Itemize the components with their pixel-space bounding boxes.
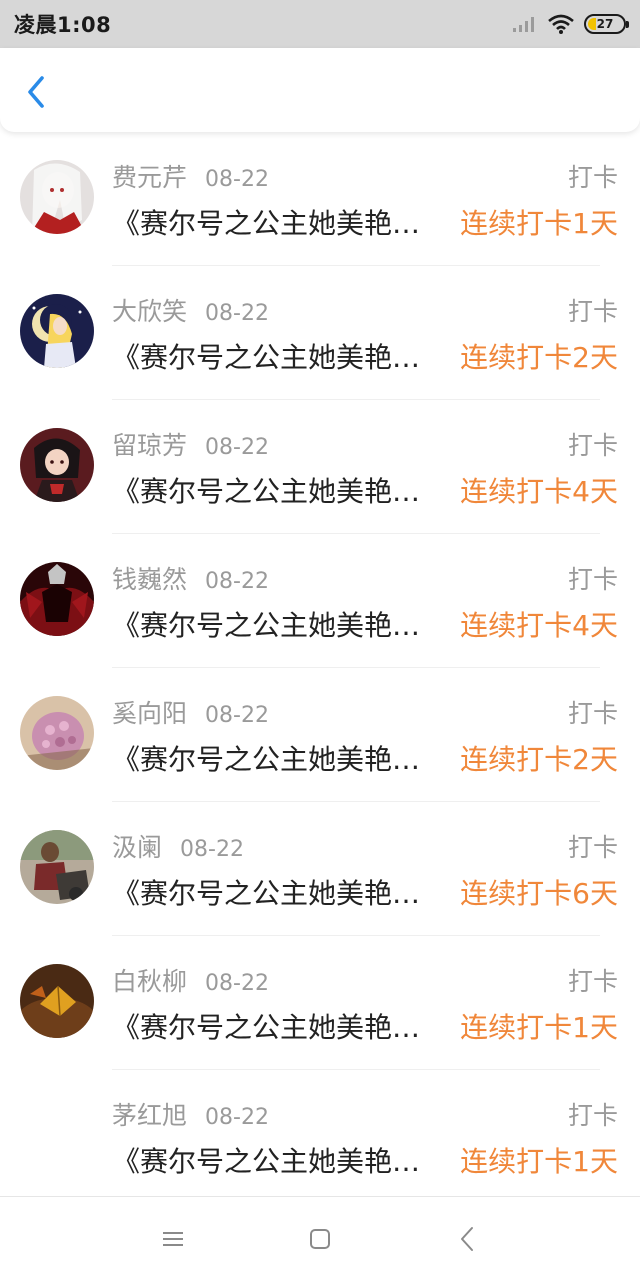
name-line: 奚向阳 08-22 xyxy=(112,694,269,730)
book-title[interactable]: 《赛尔号之公主她美艳… xyxy=(112,604,454,644)
user-name[interactable]: 留琼芳 xyxy=(112,426,187,462)
signal-icon xyxy=(513,17,534,32)
action-label: 打卡 xyxy=(567,967,618,996)
menu-icon xyxy=(163,1231,184,1246)
avatar[interactable] xyxy=(20,294,94,368)
post-date: 08-22 xyxy=(205,569,269,594)
name-line: 留琼芳 08-22 xyxy=(112,426,269,462)
post-date: 08-22 xyxy=(205,301,269,326)
book-title[interactable]: 《赛尔号之公主她美艳… xyxy=(112,336,454,376)
name-line: 白秋柳 08-22 xyxy=(112,962,269,998)
list-item[interactable]: 汲阑 08-22 打卡 《赛尔号之公主她美艳… 连续打卡6天 xyxy=(0,802,640,936)
book-title[interactable]: 《赛尔号之公主她美艳… xyxy=(112,470,454,510)
user-name[interactable]: 钱巍然 xyxy=(112,560,187,596)
name-line: 大欣笑 08-22 xyxy=(112,292,269,328)
name-line: 钱巍然 08-22 xyxy=(112,560,269,596)
book-title[interactable]: 《赛尔号之公主她美艳… xyxy=(112,738,454,778)
post-date: 08-22 xyxy=(205,971,269,996)
home-square-icon xyxy=(309,1228,330,1249)
post-date: 08-22 xyxy=(205,1105,269,1130)
status-bar: 凌晨1:08 27 xyxy=(0,0,640,48)
user-name[interactable]: 茅红旭 xyxy=(112,1096,187,1132)
list-item[interactable]: 奚向阳 08-22 打卡 《赛尔号之公主她美艳… 连续打卡2天 xyxy=(0,668,640,802)
action-label: 打卡 xyxy=(567,163,618,192)
avatar[interactable] xyxy=(20,696,94,770)
wifi-icon xyxy=(548,14,574,34)
streak-label: 连续打卡4天 xyxy=(460,609,618,642)
user-name[interactable]: 费元芹 xyxy=(112,158,187,194)
action-label: 打卡 xyxy=(567,431,618,460)
post-date: 08-22 xyxy=(205,167,269,192)
name-line: 费元芹 08-22 xyxy=(112,158,269,194)
book-title[interactable]: 《赛尔号之公主她美艳… xyxy=(112,1006,454,1046)
avatar[interactable] xyxy=(20,160,94,234)
streak-label: 连续打卡4天 xyxy=(460,475,618,508)
streak-label: 连续打卡1天 xyxy=(460,1145,618,1178)
back-triangle-icon xyxy=(460,1226,473,1251)
avatar[interactable] xyxy=(20,830,94,904)
battery-icon: 27 xyxy=(584,14,629,34)
streak-label: 连续打卡1天 xyxy=(460,1011,618,1044)
checkin-list: 费元芹 08-22 打卡 《赛尔号之公主她美艳… 连续打卡1天 大欣笑 08-2… xyxy=(0,132,640,1204)
name-line: 汲阑 08-22 xyxy=(112,828,244,864)
action-label: 打卡 xyxy=(567,699,618,728)
user-name[interactable]: 白秋柳 xyxy=(112,962,187,998)
book-title[interactable]: 《赛尔号之公主她美艳… xyxy=(112,872,454,912)
list-item[interactable]: 白秋柳 08-22 打卡 《赛尔号之公主她美艳… 连续打卡1天 xyxy=(0,936,640,1070)
system-nav-bar xyxy=(0,1196,640,1280)
status-time: 凌晨1:08 xyxy=(14,13,112,37)
user-name[interactable]: 奚向阳 xyxy=(112,694,187,730)
user-name[interactable]: 大欣笑 xyxy=(112,292,187,328)
system-back-button[interactable] xyxy=(437,1209,497,1269)
action-label: 打卡 xyxy=(567,565,618,594)
streak-label: 连续打卡2天 xyxy=(460,341,618,374)
menu-button[interactable] xyxy=(143,1209,203,1269)
list-item[interactable]: 大欣笑 08-22 打卡 《赛尔号之公主她美艳… 连续打卡2天 xyxy=(0,266,640,400)
status-icons: 27 xyxy=(512,14,629,34)
action-label: 打卡 xyxy=(567,1101,618,1130)
list-item[interactable]: 留琼芳 08-22 打卡 《赛尔号之公主她美艳… 连续打卡4天 xyxy=(0,400,640,534)
action-label: 打卡 xyxy=(567,297,618,326)
action-label: 打卡 xyxy=(567,833,618,862)
book-title[interactable]: 《赛尔号之公主她美艳… xyxy=(112,1140,454,1180)
post-date: 08-22 xyxy=(205,435,269,460)
name-line: 茅红旭 08-22 xyxy=(112,1096,269,1132)
chevron-left-icon xyxy=(28,76,44,108)
post-date: 08-22 xyxy=(205,703,269,728)
streak-label: 连续打卡2天 xyxy=(460,743,618,776)
book-title[interactable]: 《赛尔号之公主她美艳… xyxy=(112,202,454,242)
top-nav-bar xyxy=(0,48,640,132)
streak-label: 连续打卡6天 xyxy=(460,877,618,910)
user-name[interactable]: 汲阑 xyxy=(112,828,162,864)
list-item[interactable]: 钱巍然 08-22 打卡 《赛尔号之公主她美艳… 连续打卡4天 xyxy=(0,534,640,668)
avatar[interactable] xyxy=(20,428,94,502)
streak-label: 连续打卡1天 xyxy=(460,207,618,240)
list-item[interactable]: 费元芹 08-22 打卡 《赛尔号之公主她美艳… 连续打卡1天 xyxy=(0,132,640,266)
back-button[interactable] xyxy=(16,72,56,112)
list-item[interactable]: 茅红旭 08-22 打卡 《赛尔号之公主她美艳… 连续打卡1天 xyxy=(0,1070,640,1204)
avatar[interactable] xyxy=(20,964,94,1038)
post-date: 08-22 xyxy=(180,837,244,862)
home-button[interactable] xyxy=(290,1209,350,1269)
avatar[interactable] xyxy=(20,562,94,636)
battery-level: 27 xyxy=(596,17,614,31)
